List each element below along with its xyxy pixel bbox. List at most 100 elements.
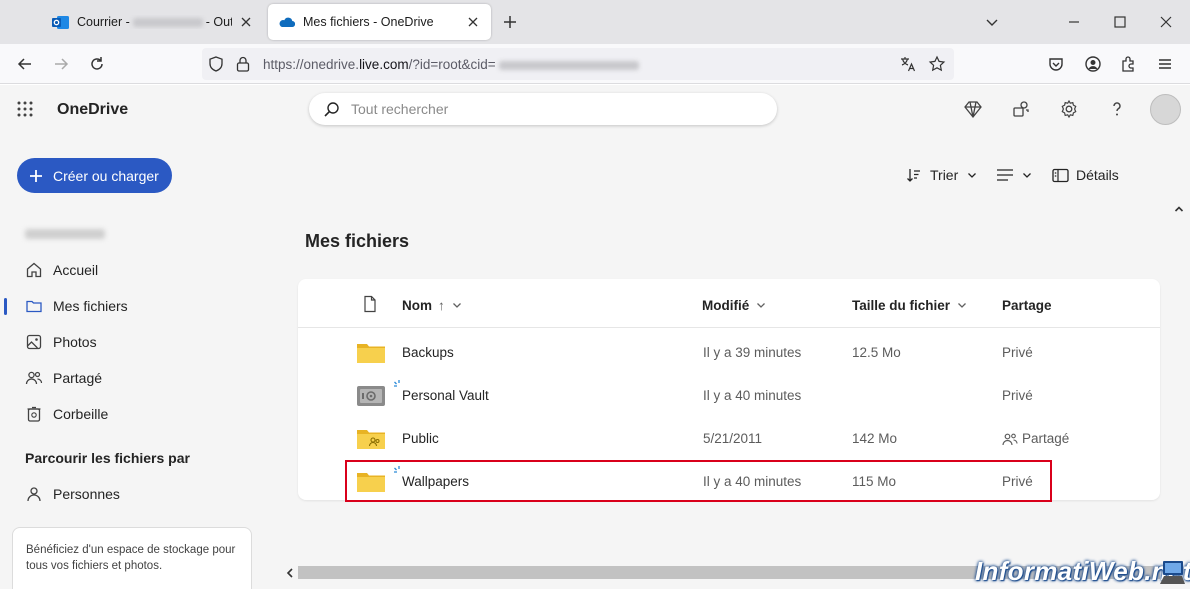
window-close-icon[interactable] [1156, 12, 1176, 32]
search-input[interactable] [351, 99, 751, 119]
redacted-name [132, 18, 203, 28]
file-name[interactable]: Personal Vault [402, 388, 489, 403]
extensions-puzzle-icon[interactable] [1119, 54, 1139, 74]
chevron-down-icon [1023, 173, 1031, 178]
tab-outlook[interactable]: Courrier - - Outloo [42, 4, 264, 40]
computer-logo-icon [1160, 561, 1185, 584]
tab-onedrive-title: Mes fichiers - OneDrive [303, 15, 434, 29]
premium-diamond-icon[interactable] [963, 99, 983, 119]
tab-outlook-title-suffix: - Outloo [205, 15, 232, 29]
people-icon [25, 371, 43, 385]
lock-icon[interactable] [235, 55, 251, 73]
storage-promo-card: Bénéficiez d'un espace de stockage pour … [12, 527, 252, 589]
file-sharing: Privé [1002, 345, 1033, 360]
header-divider [298, 327, 1160, 328]
sidebar-item-home[interactable]: Accueil [0, 254, 270, 286]
list-view-icon [997, 169, 1013, 181]
list-tabs-chevron-icon[interactable] [982, 12, 1002, 32]
pocket-icon[interactable] [1046, 54, 1066, 74]
gear-icon[interactable] [1059, 99, 1079, 119]
switch-account-icon[interactable] [1011, 99, 1031, 119]
help-question-icon[interactable] [1107, 99, 1127, 119]
close-icon[interactable] [465, 14, 481, 30]
file-size: 142 Mo [852, 431, 898, 446]
sidebar-item-photos[interactable]: Photos [0, 326, 270, 358]
tab-outlook-title: Courrier - [77, 15, 130, 29]
minimize-icon[interactable] [1064, 12, 1084, 32]
sidebar-item-label: Accueil [53, 262, 99, 278]
file-sharing: Partagé [1002, 431, 1069, 446]
browse-files-by-heading: Parcourir les fichiers par [25, 450, 190, 466]
details-label: Détails [1076, 167, 1119, 183]
avatar[interactable] [1150, 94, 1181, 125]
file-size: 12.5 Mo [852, 345, 901, 360]
sidebar-item-shared[interactable]: Partagé [0, 362, 270, 394]
people-icon [1002, 433, 1018, 445]
file-modified: 5/21/2011 [703, 431, 763, 446]
storage-promo-text: Bénéficiez d'un espace de stockage pour … [26, 544, 236, 572]
url-text: https://onedrive.live.com/?id=root&cid= [263, 57, 642, 72]
vault-icon [357, 386, 385, 406]
onedrive-cloud-icon [279, 17, 295, 27]
sidebar-item-label: Mes fichiers [53, 298, 128, 314]
scroll-up-arrow-icon[interactable] [1173, 203, 1185, 215]
close-icon[interactable] [238, 14, 254, 30]
photo-icon [26, 334, 42, 350]
back-arrow-icon[interactable] [15, 54, 35, 74]
reload-icon[interactable] [87, 54, 107, 74]
sort-button[interactable]: Trier [906, 165, 978, 185]
column-header-modified[interactable]: Modifié [702, 296, 767, 314]
file-modified: Il y a 39 minutes [703, 345, 802, 360]
maximize-icon[interactable] [1110, 12, 1130, 32]
details-button[interactable]: Détails [1052, 165, 1119, 185]
table-row[interactable]: Public 5/21/2011 142 Mo Partagé [298, 418, 1160, 461]
app-launcher-waffle-icon[interactable] [16, 100, 34, 118]
app-brand-name[interactable]: OneDrive [57, 101, 128, 119]
sidebar-item-label: Photos [53, 334, 97, 350]
sidebar-item-label: Personnes [53, 486, 120, 502]
create-or-upload-button[interactable]: Créer ou charger [17, 158, 172, 193]
shield-icon[interactable] [207, 55, 225, 73]
menu-hamburger-icon[interactable] [1155, 54, 1175, 74]
chevron-down-icon [958, 303, 966, 308]
search-icon [324, 102, 339, 117]
column-header-sharing[interactable]: Partage [1002, 296, 1052, 314]
sort-icon [907, 169, 920, 182]
sidebar-item-recycle-bin[interactable]: Corbeille [0, 398, 270, 430]
new-tab-plus-icon[interactable] [500, 12, 520, 32]
column-header-sharing-label: Partage [1002, 297, 1052, 313]
sidebar-item-label: Partagé [53, 370, 103, 386]
details-pane-icon [1052, 168, 1069, 182]
column-header-name-label: Nom [402, 297, 432, 313]
browser-navigation-bar: https://onedrive.live.com/?id=root&cid= [0, 44, 1190, 84]
tab-onedrive[interactable]: Mes fichiers - OneDrive [268, 4, 491, 40]
file-name[interactable]: Backups [402, 345, 454, 360]
table-row[interactable]: Backups Il y a 39 minutes 12.5 Mo Privé [298, 332, 1160, 375]
column-header-modified-label: Modifié [702, 297, 750, 313]
address-bar[interactable]: https://onedrive.live.com/?id=root&cid= [202, 48, 954, 80]
account-icon[interactable] [1083, 54, 1103, 74]
sidebar-item-people[interactable]: Personnes [0, 478, 270, 510]
redacted-cid [498, 60, 639, 70]
file-name[interactable]: Public [402, 431, 439, 446]
table-row[interactable]: Personal Vault Il y a 40 minutes Privé [298, 375, 1160, 418]
page-title: Mes fichiers [305, 231, 410, 251]
folder-icon [357, 344, 385, 363]
sort-label: Trier [930, 167, 959, 183]
file-type-icon[interactable] [362, 295, 378, 313]
bookmark-star-icon[interactable] [928, 55, 946, 73]
chevron-down-icon [757, 303, 766, 308]
folder-icon [26, 300, 42, 313]
translate-icon[interactable] [899, 55, 917, 73]
search-box[interactable] [309, 93, 777, 125]
sidebar-item-my-files[interactable]: Mes fichiers [0, 290, 270, 322]
column-header-name[interactable]: Nom ↑ [402, 296, 463, 314]
file-modified: Il y a 40 minutes [703, 388, 802, 403]
column-header-file-size[interactable]: Taille du fichier [852, 296, 968, 314]
plus-icon [30, 169, 42, 182]
view-options-button[interactable] [996, 165, 1033, 185]
create-or-upload-label: Créer ou charger [53, 167, 159, 184]
recycle-bin-icon [27, 406, 41, 422]
forward-arrow-icon[interactable] [51, 54, 71, 74]
chevron-down-icon [452, 303, 461, 308]
